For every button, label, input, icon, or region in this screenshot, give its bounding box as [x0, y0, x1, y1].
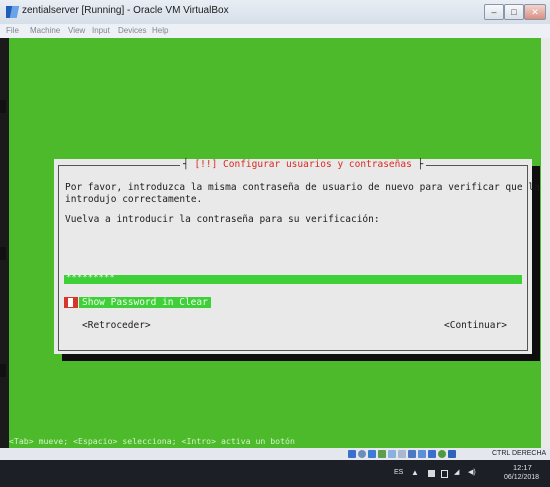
keyboard-capture-icon[interactable]	[448, 450, 456, 458]
minimize-button[interactable]: –	[484, 4, 504, 20]
reenter-prompt: Vuelva a introducir la contraseña para s…	[65, 214, 380, 225]
menu-file[interactable]: File	[6, 26, 19, 35]
left-edge-mark	[0, 247, 6, 260]
window-title-bar[interactable]: zentialserver [Running] - Oracle VM Virt…	[0, 0, 550, 24]
mouse-integration-icon[interactable]	[438, 450, 446, 458]
password-input[interactable]: *********	[64, 273, 522, 284]
installer-dialog: ┤ [!!] Configurar usuarios y contraseñas…	[54, 159, 540, 354]
clock-date[interactable]: 06/12/2018	[504, 474, 539, 481]
password-mask: *********	[66, 273, 115, 283]
menu-view[interactable]: View	[68, 26, 85, 35]
menu-machine[interactable]: Machine	[30, 26, 60, 35]
vm-right-border	[541, 38, 550, 448]
flag-icon[interactable]	[428, 470, 435, 477]
instruction-line-1: Por favor, introduzca la misma contraseñ…	[65, 182, 540, 193]
show-hidden-icons-icon[interactable]: ▲	[411, 468, 419, 477]
vm-status-bar: CTRL DERECHA	[0, 448, 550, 460]
video-capture-icon[interactable]	[418, 450, 426, 458]
continue-button[interactable]: <Continuar>	[444, 320, 507, 331]
left-edge-mark	[0, 100, 6, 113]
menu-bar: File Machine View Input Devices Help	[0, 24, 550, 38]
wifi-icon[interactable]: ◢	[454, 468, 459, 476]
shared-folders-icon[interactable]	[398, 450, 406, 458]
dialog-title: ┤ [!!] Configurar usuarios y contraseñas…	[180, 159, 427, 170]
display-icon[interactable]	[408, 450, 416, 458]
close-button[interactable]: ✕	[524, 4, 546, 20]
back-button[interactable]: <Retroceder>	[82, 320, 151, 331]
menu-devices[interactable]: Devices	[118, 26, 146, 35]
show-password-checkbox[interactable]	[64, 297, 78, 308]
menu-help[interactable]: Help	[152, 26, 168, 35]
volume-icon[interactable]: ◀)	[468, 468, 476, 476]
audio-icon[interactable]	[368, 450, 376, 458]
language-indicator[interactable]: ES	[394, 469, 403, 476]
menu-input[interactable]: Input	[92, 26, 110, 35]
optical-drive-icon[interactable]	[358, 450, 366, 458]
instruction-line-2: introdujo correctamente.	[65, 194, 203, 205]
cpu-icon[interactable]	[428, 450, 436, 458]
dialog-title-text: [!!] Configurar usuarios y contraseñas	[194, 159, 412, 170]
clock-time[interactable]: 12:17	[513, 463, 532, 472]
virtualbox-icon	[6, 6, 20, 18]
maximize-button[interactable]: □	[504, 4, 524, 20]
battery-icon[interactable]	[441, 470, 448, 478]
vm-screen[interactable]: ┤ [!!] Configurar usuarios y contraseñas…	[9, 38, 541, 448]
host-key-label: CTRL DERECHA	[492, 450, 547, 457]
window-title: zentialserver [Running] - Oracle VM Virt…	[22, 5, 229, 16]
show-password-label[interactable]: Show Password in Clear	[79, 297, 211, 308]
left-edge-mark	[0, 364, 6, 377]
keyboard-hint: <Tab> mueve; <Espacio> selecciona; <Intr…	[9, 436, 295, 446]
cursor-block	[68, 298, 73, 307]
hard-disk-icon[interactable]	[348, 450, 356, 458]
windows-taskbar: ES ▲ ◢ ◀) 12:17 06/12/2018	[0, 460, 550, 487]
network-icon[interactable]	[378, 450, 386, 458]
usb-icon[interactable]	[388, 450, 396, 458]
